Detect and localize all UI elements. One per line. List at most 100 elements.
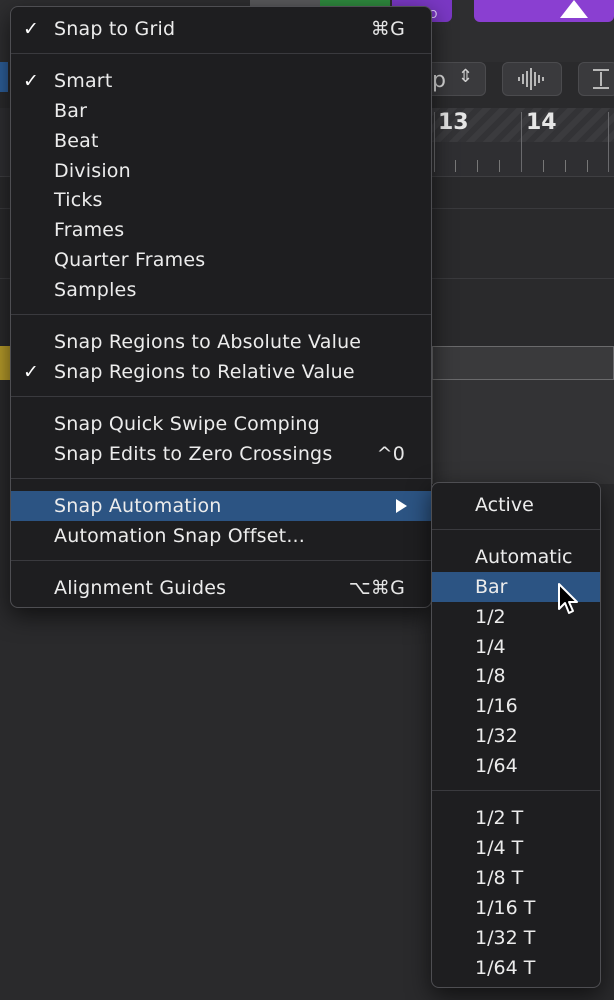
popup-chevrons-icon: ⇕ (458, 66, 474, 87)
ruler-tick (477, 160, 478, 172)
submenu-item-label: Bar (475, 576, 508, 598)
checkmark-icon: ✓ (23, 361, 40, 383)
menu-item-label: Snap Regions to Absolute Value (54, 331, 362, 353)
menu-item-snap-automation[interactable]: Snap Automation (11, 491, 431, 521)
submenu-item-label: 1/8 (475, 665, 506, 687)
submenu-item-1-32-t[interactable]: 1/32 T (432, 923, 600, 953)
submenu-item-label: 1/32 (475, 725, 518, 747)
workspace-area (0, 610, 432, 1000)
track-lane (432, 380, 614, 484)
menu-separator (11, 53, 431, 54)
tuner-button[interactable] (474, 0, 614, 22)
submenu-item-1-4[interactable]: 1/4 (432, 632, 600, 662)
submenu-item-label: 1/8 T (475, 867, 524, 889)
submenu-item-1-2-t[interactable]: 1/2 T (432, 803, 600, 833)
submenu-item-label: 1/16 T (475, 897, 536, 919)
submenu-item-active[interactable]: Active (432, 490, 600, 520)
menu-item-label: Frames (54, 219, 125, 241)
menu-item-frames[interactable]: Frames (11, 215, 431, 245)
ruler-tick (587, 160, 588, 172)
menu-item-quarter-frames[interactable]: Quarter Frames (11, 245, 431, 275)
menu-item-beat[interactable]: Beat (11, 126, 431, 156)
submenu-item-label: 1/64 T (475, 957, 536, 979)
submenu-item-1-64-t[interactable]: 1/64 T (432, 953, 600, 983)
menu-item-alignment-guides[interactable]: Alignment Guides ⌥⌘G (11, 573, 431, 603)
menu-item-label: Beat (54, 130, 99, 152)
menu-item-snap-to-grid[interactable]: ✓ Snap to Grid ⌘G (11, 14, 431, 44)
snap-automation-submenu: Active Automatic Bar 1/2 1/4 1/8 1/16 1/… (431, 482, 601, 988)
submenu-arrow-icon (396, 499, 407, 513)
submenu-item-label: Automatic (475, 546, 573, 568)
menu-item-snap-zero-crossings[interactable]: Snap Edits to Zero Crossings ^0 (11, 439, 431, 469)
ruler-tick (499, 160, 500, 172)
ruler-tick (434, 112, 435, 172)
ruler-tick (608, 112, 609, 172)
ruler-tick (455, 160, 456, 172)
checkmark-icon: ✓ (23, 18, 40, 40)
submenu-item-1-32[interactable]: 1/32 (432, 721, 600, 751)
menu-item-snap-regions-absolute[interactable]: Snap Regions to Absolute Value (11, 327, 431, 357)
menu-item-smart[interactable]: ✓ Smart (11, 66, 431, 96)
submenu-item-label: 1/32 T (475, 927, 536, 949)
ruler-tick (521, 112, 522, 172)
menu-item-automation-snap-offset[interactable]: Automation Snap Offset... (11, 521, 431, 551)
submenu-item-1-8[interactable]: 1/8 (432, 661, 600, 691)
menu-separator (432, 790, 600, 791)
menu-item-label: Bar (54, 100, 88, 122)
menu-item-snap-regions-relative[interactable]: ✓ Snap Regions to Relative Value (11, 357, 431, 387)
submenu-item-1-16[interactable]: 1/16 (432, 691, 600, 721)
menu-item-label: Snap Automation (54, 495, 222, 517)
submenu-item-label: 1/4 (475, 636, 506, 658)
submenu-item-label: Active (475, 494, 534, 516)
submenu-item-1-64[interactable]: 1/64 (432, 751, 600, 781)
submenu-item-1-8-t[interactable]: 1/8 T (432, 863, 600, 893)
toolbar-edge (0, 62, 8, 92)
menu-item-samples[interactable]: Samples (11, 275, 431, 305)
submenu-item-label: 1/64 (475, 755, 518, 777)
menu-item-label: Alignment Guides (54, 577, 227, 599)
menu-item-bar[interactable]: Bar (11, 96, 431, 126)
submenu-item-label: 1/16 (475, 695, 518, 717)
ruler-bar-13: 13 (438, 110, 469, 135)
vertical-zoom-button[interactable] (578, 62, 614, 96)
menu-item-label: Smart (54, 70, 113, 92)
menu-item-label: Snap to Grid (54, 18, 176, 40)
menu-item-ticks[interactable]: Ticks (11, 185, 431, 215)
metronome-icon[interactable] (560, 0, 588, 18)
waveform-zoom-button[interactable] (502, 62, 562, 96)
menu-item-snap-quick-swipe[interactable]: Snap Quick Swipe Comping (11, 409, 431, 439)
ruler-tick (565, 160, 566, 172)
menu-item-label: Ticks (54, 189, 103, 211)
submenu-item-automatic[interactable]: Automatic (432, 542, 600, 572)
menu-item-label: Automation Snap Offset... (54, 525, 306, 547)
menu-item-label: Snap Regions to Relative Value (54, 361, 355, 383)
track-region[interactable] (432, 346, 614, 380)
submenu-item-label: 1/4 T (475, 837, 524, 859)
menu-item-label: Division (54, 160, 131, 182)
menu-item-label: Snap Quick Swipe Comping (54, 413, 320, 435)
submenu-item-1-16-t[interactable]: 1/16 T (432, 893, 600, 923)
menu-item-division[interactable]: Division (11, 156, 431, 186)
menu-separator (432, 529, 600, 530)
ruler-tick (543, 160, 544, 172)
ruler-bar-14: 14 (526, 110, 557, 135)
menu-separator (11, 396, 431, 397)
menu-item-label: Snap Edits to Zero Crossings (54, 443, 333, 465)
waveform-icon (518, 68, 544, 90)
snap-mode-text: p (432, 68, 446, 93)
submenu-item-label: 1/2 (475, 606, 506, 628)
menu-item-label: Samples (54, 279, 137, 301)
menu-item-shortcut: ^0 (376, 443, 405, 465)
submenu-item-1-4-t[interactable]: 1/4 T (432, 833, 600, 863)
vertical-zoom-icon (593, 69, 609, 89)
menu-separator (11, 314, 431, 315)
checkmark-icon: ✓ (23, 70, 40, 92)
menu-separator (11, 560, 431, 561)
menu-item-label: Quarter Frames (54, 249, 206, 271)
submenu-item-label: 1/2 T (475, 807, 524, 829)
menu-item-shortcut: ⌥⌘G (348, 577, 405, 599)
mouse-pointer-icon (558, 583, 578, 614)
menu-separator (11, 478, 431, 479)
snap-menu: ✓ Snap to Grid ⌘G ✓ Smart Bar Beat Divis… (10, 6, 432, 608)
menu-item-shortcut: ⌘G (370, 18, 405, 40)
